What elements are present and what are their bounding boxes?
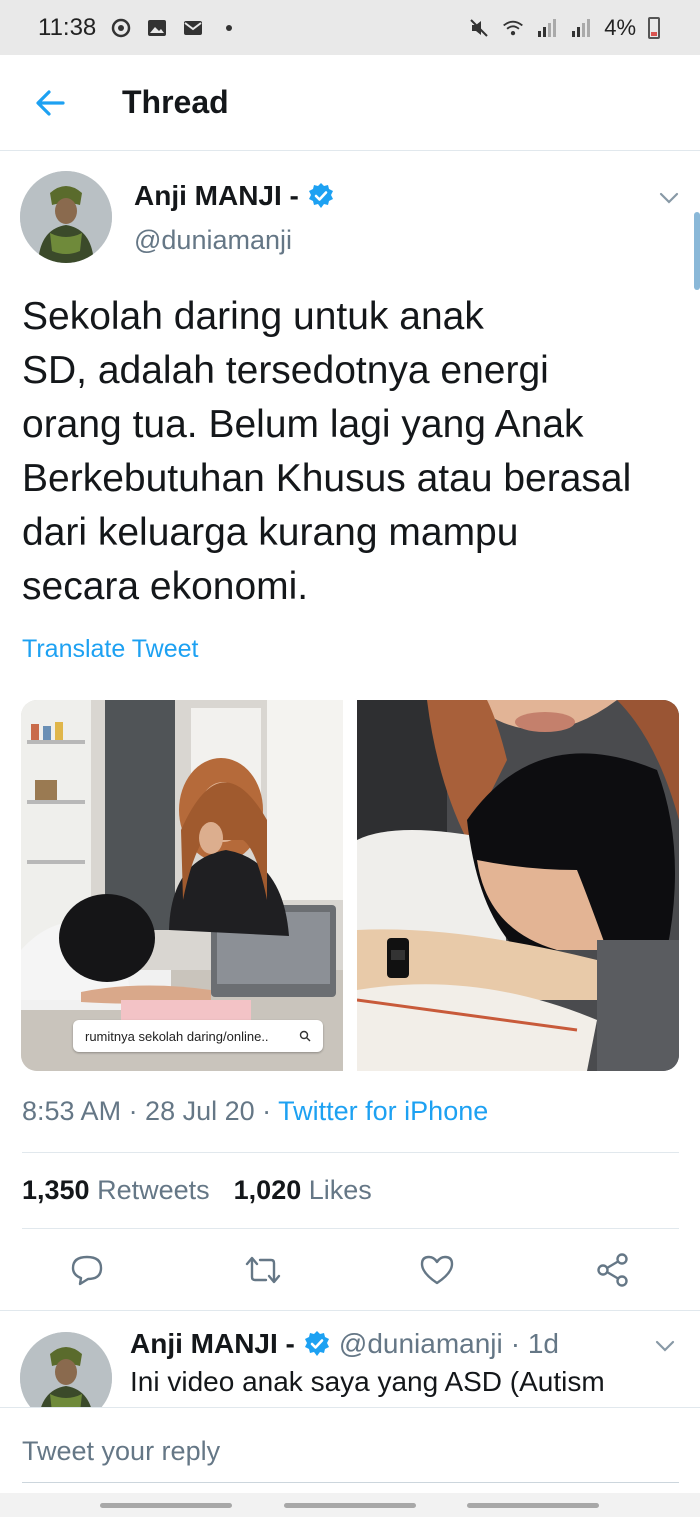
mute-icon: [468, 17, 490, 39]
author-name[interactable]: Anji MANJI -: [134, 180, 335, 212]
tweet-actions: [0, 1245, 700, 1295]
reply-icon: [71, 1255, 103, 1286]
signal-icon: [536, 17, 558, 39]
tweet-text-line: secara ekonomi.: [22, 565, 309, 608]
tweet-source-link[interactable]: Twitter for iPhone: [278, 1096, 488, 1126]
thread-header: Thread: [0, 55, 700, 151]
retweet-button[interactable]: [238, 1245, 288, 1295]
reply-input[interactable]: [22, 1426, 682, 1476]
status-bar: 11:38 4%: [0, 0, 700, 55]
nav-back-button[interactable]: [467, 1503, 599, 1508]
system-nav-bar: [0, 1493, 700, 1517]
translate-tweet-link[interactable]: Translate Tweet: [22, 635, 198, 664]
status-time: 11:38: [38, 13, 97, 41]
share-button[interactable]: [588, 1245, 638, 1295]
like-icon: [420, 1255, 454, 1285]
tweet-text-line: dari keluarga kurang mampu: [22, 511, 519, 554]
tweet-text-line: Sekolah daring untuk anak: [22, 295, 484, 338]
likes-stat[interactable]: 1,020 Likes: [234, 1175, 372, 1206]
battery-percent: 4%: [604, 14, 636, 40]
likes-label: Likes: [308, 1175, 372, 1205]
tweet-text: Sekolah daring untuk anak SD, adalah ter…: [22, 290, 687, 614]
divider: [22, 1482, 679, 1483]
mail-icon: [182, 17, 204, 39]
tweet-stats: 1,350 Retweets 1,020 Likes: [22, 1175, 372, 1206]
status-bar-left: 11:38: [38, 14, 240, 42]
author-name-text: Anji MANJI -: [134, 180, 299, 211]
reply-button[interactable]: [62, 1245, 112, 1295]
tweet-media-image-1[interactable]: rumitnya sekolah daring/online..: [21, 700, 343, 1071]
page-title: Thread: [122, 84, 229, 120]
chevron-down-icon[interactable]: [652, 1333, 678, 1359]
sync-icon: [110, 17, 132, 39]
signal-icon: [570, 17, 592, 39]
share-icon: [597, 1253, 628, 1287]
divider: [22, 1228, 679, 1229]
tweet-text-line: orang tua. Belum lagi yang Anak: [22, 403, 584, 446]
tweet-media-image-2[interactable]: [357, 700, 679, 1071]
tweet-text-line: SD, adalah tersedotnya energi: [22, 349, 549, 392]
divider: [22, 1152, 679, 1153]
verified-badge-icon: [308, 183, 333, 208]
dot-icon: [218, 17, 240, 39]
retweets-stat[interactable]: 1,350 Retweets: [22, 1175, 210, 1206]
nav-recents-button[interactable]: [100, 1503, 232, 1508]
reply-tweet-text[interactable]: Ini video anak saya yang ASD (Autism: [130, 1366, 605, 1398]
scroll-indicator: [694, 212, 700, 290]
chevron-down-icon[interactable]: [656, 185, 682, 211]
tweet-timestamp: 8:53 AM · 28 Jul 20 ·: [22, 1096, 279, 1126]
reply-tweet-header[interactable]: Anji MANJI - @duniamanji · 1d: [130, 1328, 559, 1360]
verified-badge-icon: [304, 1331, 329, 1356]
back-button[interactable]: [20, 73, 80, 133]
reply-composer: [0, 1407, 700, 1493]
author-handle[interactable]: @duniamanji: [134, 225, 292, 256]
reply-time: · 1d: [510, 1328, 559, 1359]
tweet-meta: 8:53 AM · 28 Jul 20 · Twitter for iPhone: [22, 1096, 488, 1127]
avatar[interactable]: [20, 171, 112, 263]
wifi-icon: [502, 17, 524, 39]
media-caption-search-bar: rumitnya sekolah daring/online..: [73, 1020, 323, 1052]
tweet-text-line: Berkebutuhan Khusus atau berasal: [22, 457, 632, 500]
nav-home-button[interactable]: [284, 1503, 416, 1508]
search-icon: [299, 1030, 311, 1042]
divider: [0, 1310, 700, 1311]
status-bar-right: 4%: [468, 15, 660, 41]
gallery-icon: [146, 17, 168, 39]
like-button[interactable]: [412, 1245, 462, 1295]
reply-author-handle: @duniamanji: [338, 1328, 503, 1359]
retweet-icon: [245, 1256, 281, 1284]
likes-count: 1,020: [233, 1175, 302, 1205]
retweets-label: Retweets: [97, 1175, 210, 1205]
back-arrow-icon: [36, 89, 65, 116]
media-caption: rumitnya sekolah daring/online..: [85, 1028, 269, 1044]
reply-author-name: Anji MANJI -: [130, 1328, 295, 1359]
retweets-count: 1,350: [22, 1175, 90, 1205]
battery-icon: [648, 16, 660, 39]
